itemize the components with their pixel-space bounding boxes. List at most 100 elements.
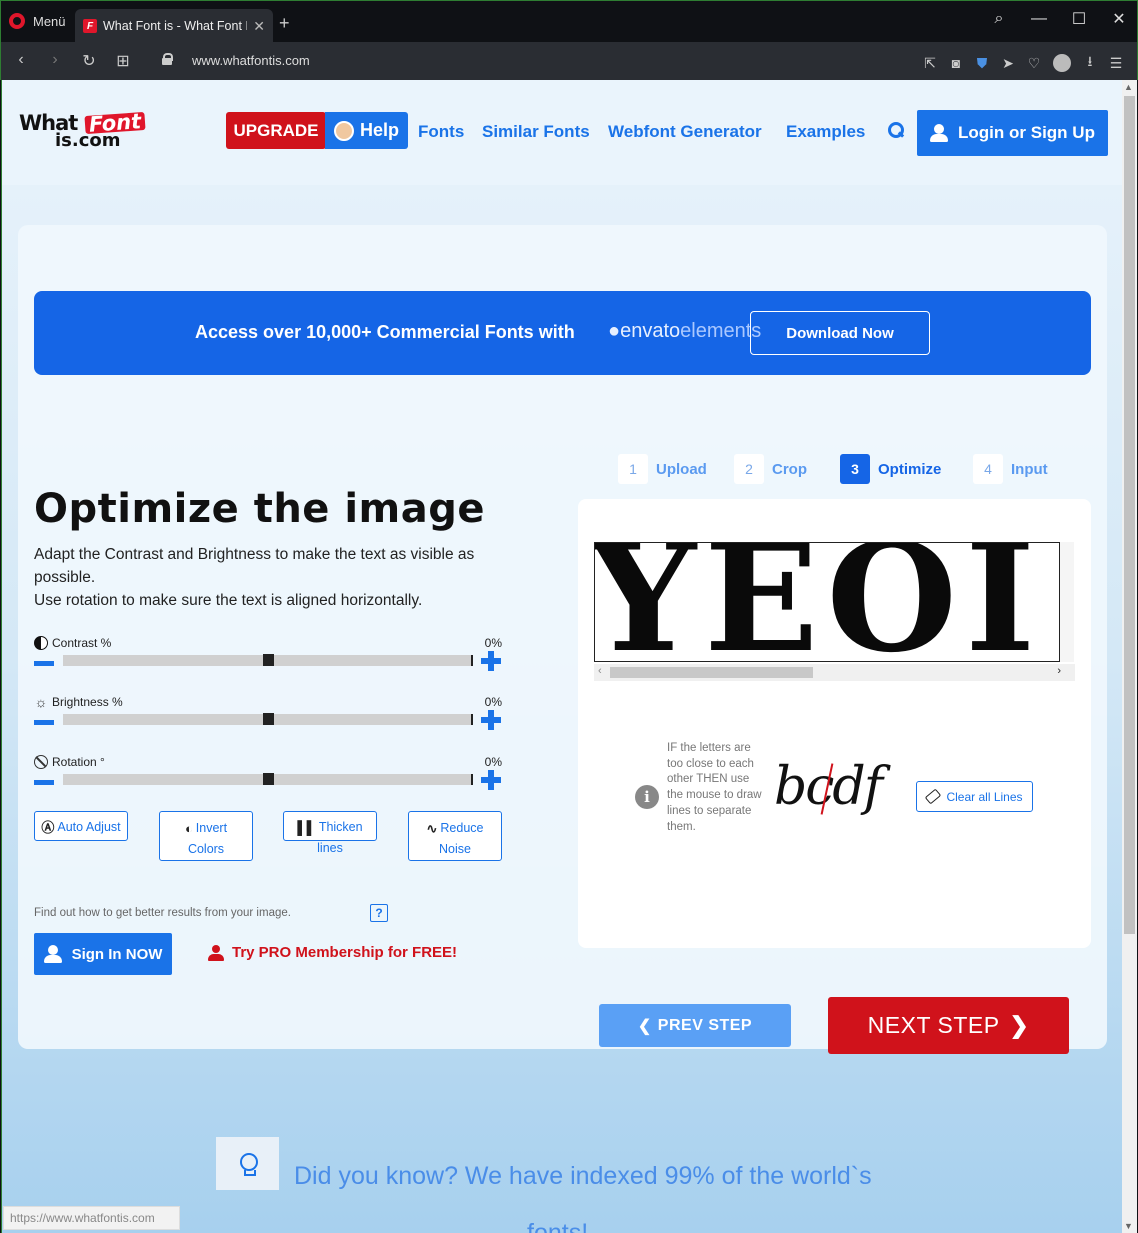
- did-you-know-text: Did you know? We have indexed 99% of the…: [294, 1148, 954, 1233]
- rotation-icon: [34, 755, 48, 769]
- image-canvas[interactable]: YEOI: [594, 542, 1060, 662]
- next-step-button[interactable]: NEXT STEP ❯: [828, 997, 1069, 1054]
- step-input[interactable]: 4 Input: [973, 454, 1048, 484]
- reload-icon[interactable]: ↻: [81, 51, 97, 71]
- contrast-minus-button[interactable]: [34, 661, 54, 666]
- scroll-right-icon[interactable]: ›: [1057, 665, 1061, 677]
- pro-label: Try PRO Membership for FREE!: [232, 944, 458, 961]
- rotation-value: 0%: [484, 755, 502, 769]
- opera-menu-label: Menü: [33, 13, 66, 29]
- close-window-icon[interactable]: ✕: [1111, 9, 1127, 29]
- help-question-icon[interactable]: ?: [370, 904, 388, 922]
- tabs-grid-icon[interactable]: ⊞: [115, 51, 131, 71]
- nav-examples[interactable]: Examples: [786, 122, 865, 142]
- url-field[interactable]: www.whatfontis.com: [192, 53, 310, 68]
- rotation-minus-button[interactable]: [34, 780, 54, 785]
- auto-adjust-label: Auto Adjust: [57, 820, 121, 834]
- download-icon[interactable]: ⭳: [1083, 51, 1097, 75]
- step-number: 1: [618, 454, 648, 484]
- login-signup-button[interactable]: Login or Sign Up: [917, 110, 1108, 156]
- invert-icon: ◐: [184, 820, 193, 836]
- page-scroll-thumb[interactable]: [1124, 96, 1135, 934]
- auto-adjust-button[interactable]: Ⓐ Auto Adjust: [34, 811, 128, 841]
- help-button[interactable]: Help: [325, 112, 408, 149]
- uploaded-image-text: YEOI: [594, 542, 1044, 662]
- help-label: Help: [359, 120, 399, 140]
- scroll-down-icon[interactable]: ▼: [1124, 1221, 1133, 1231]
- nav-fonts[interactable]: Fonts: [418, 122, 464, 142]
- opera-menu-button[interactable]: Menü: [9, 13, 66, 29]
- heart-icon[interactable]: ♡: [1027, 55, 1041, 72]
- contrast-track-end: [471, 655, 473, 666]
- back-icon[interactable]: ‹: [13, 51, 29, 71]
- banner-text-suffix: Commercial Fonts with: [371, 322, 575, 342]
- brightness-track[interactable]: [63, 713, 473, 725]
- easy-setup-icon[interactable]: ☰: [1109, 55, 1123, 72]
- did-you-know-line-1: Did you know? We have indexed 99% of the…: [294, 1162, 872, 1190]
- rotation-track[interactable]: [63, 773, 473, 785]
- invert-colors-button[interactable]: ◐ Invert Colors: [159, 811, 253, 861]
- forward-icon[interactable]: ›: [47, 51, 63, 71]
- step-number: 2: [734, 454, 764, 484]
- address-bar: ‹ › ↻ ⊞ www.whatfontis.com ⇱ ◙ ⛊ ➤ ♡ ⭳ ☰: [0, 42, 1138, 80]
- thicken-icon: ▌▌: [297, 819, 316, 835]
- reduce-noise-button[interactable]: ∿ Reduce Noise: [408, 811, 502, 861]
- reduce-label-1: Reduce: [440, 821, 484, 835]
- lock-icon[interactable]: [162, 53, 173, 65]
- new-tab-icon[interactable]: +: [279, 13, 290, 34]
- reduce-label-2: Noise: [439, 841, 471, 856]
- rotation-plus-button[interactable]: [481, 770, 501, 790]
- tab-close-icon[interactable]: ✕: [253, 18, 265, 35]
- sign-in-label: Sign In NOW: [71, 945, 163, 963]
- envato-banner: Access over 10,000+ Commercial Fonts wit…: [34, 291, 1091, 375]
- nav-webfont-generator[interactable]: Webfont Generator: [608, 122, 762, 142]
- step-crop[interactable]: 2 Crop: [734, 454, 807, 484]
- contrast-label: Contrast %: [34, 636, 111, 650]
- tab-title: What Font is - What Font Is: [103, 19, 248, 33]
- step-optimize[interactable]: 3 Optimize: [840, 454, 941, 484]
- scroll-thumb[interactable]: [610, 667, 813, 678]
- help-avatar-icon: [333, 120, 354, 141]
- browser-search-icon[interactable]: ⌕: [991, 10, 1007, 28]
- rotation-handle[interactable]: [263, 773, 274, 785]
- contrast-plus-button[interactable]: [481, 651, 501, 671]
- minimize-icon[interactable]: —: [1031, 10, 1047, 28]
- brightness-minus-button[interactable]: [34, 720, 54, 725]
- scroll-left-icon[interactable]: ‹: [598, 665, 602, 677]
- upgrade-button[interactable]: UPGRADE: [226, 112, 326, 149]
- image-preview-panel: YEOI ‹ › i IF the letters are too close …: [578, 499, 1091, 948]
- maximize-icon[interactable]: ☐: [1071, 9, 1087, 29]
- profile-icon[interactable]: [1053, 54, 1071, 72]
- contrast-handle[interactable]: [263, 654, 274, 666]
- search-icon[interactable]: [888, 122, 904, 138]
- clear-lines-label: Clear all Lines: [946, 789, 1023, 804]
- step-upload[interactable]: 1 Upload: [618, 454, 707, 484]
- step-label: Input: [1011, 460, 1048, 478]
- prev-step-button[interactable]: ❮ PREV STEP: [599, 1004, 791, 1047]
- sign-in-now-button[interactable]: Sign In NOW: [34, 933, 172, 975]
- nav-similar-fonts[interactable]: Similar Fonts: [482, 122, 590, 142]
- auto-adjust-icon: Ⓐ: [41, 819, 55, 835]
- pro-membership-link[interactable]: Try PRO Membership for FREE!: [208, 944, 457, 961]
- site-logo[interactable]: What Font is.com: [19, 109, 146, 150]
- did-you-know-line-2: fonts!: [527, 1219, 589, 1233]
- image-vertical-scrollbar[interactable]: [1060, 542, 1074, 662]
- lightbulb-icon: [239, 1152, 258, 1176]
- thicken-lines-button[interactable]: ▌▌ Thicken lines: [283, 811, 377, 855]
- brightness-slider: ☼ Brightness % 0%: [34, 695, 504, 745]
- clear-all-lines-button[interactable]: Clear all Lines: [916, 781, 1033, 812]
- download-now-button[interactable]: Download Now: [750, 311, 930, 355]
- contrast-track[interactable]: [63, 654, 473, 666]
- browser-tab[interactable]: F What Font is - What Font Is ✕: [75, 9, 273, 43]
- brightness-plus-button[interactable]: [481, 710, 501, 730]
- send-icon[interactable]: ➤: [1001, 55, 1015, 72]
- chevron-right-icon: ❯: [1009, 1012, 1030, 1038]
- brightness-handle[interactable]: [263, 713, 274, 725]
- shield-icon[interactable]: ⛊: [975, 55, 989, 72]
- share-icon[interactable]: ⇱: [923, 55, 937, 72]
- page-scrollbar[interactable]: ▲ ▼: [1122, 80, 1137, 1233]
- image-horizontal-scrollbar[interactable]: ‹ ›: [594, 664, 1075, 681]
- description-line-1: Adapt the Contrast and Brightness to mak…: [34, 546, 475, 586]
- scroll-up-icon[interactable]: ▲: [1124, 82, 1133, 92]
- camera-icon[interactable]: ◙: [949, 55, 963, 71]
